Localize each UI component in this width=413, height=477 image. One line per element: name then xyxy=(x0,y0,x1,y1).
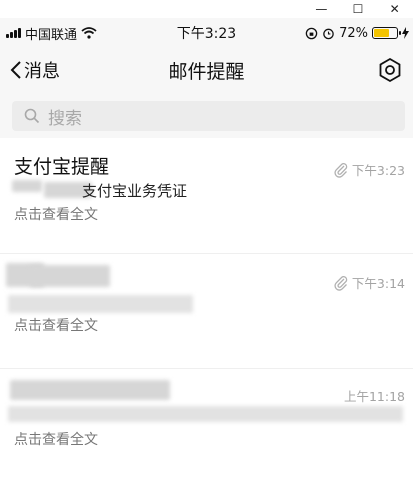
status-bar: 中国联通 下午3:23 72% xyxy=(0,18,413,48)
battery-percent: 72% xyxy=(339,25,368,41)
mail-time: 上午11:18 xyxy=(343,389,405,404)
mail-preview: 支付宝业务凭证 xyxy=(82,182,188,200)
window-controls: — ☐ ✕ xyxy=(303,0,413,18)
mail-item[interactable]: 上午11:18 点击查看全文 xyxy=(0,368,413,477)
mail-time: 下午3:23 xyxy=(351,163,405,178)
settings-icon[interactable] xyxy=(377,57,403,83)
attachment-icon xyxy=(334,162,348,178)
mail-item[interactable]: 下午3:14 点击查看全文 xyxy=(0,253,413,369)
charging-icon xyxy=(402,27,409,39)
mail-footer: 点击查看全文 xyxy=(14,207,98,223)
alarm-icon xyxy=(323,28,334,39)
nav-bar: 消息 邮件提醒 xyxy=(0,48,413,93)
attachment-icon xyxy=(334,275,348,291)
search-bar: 搜索 xyxy=(0,92,413,138)
mail-time-wrap: 上午11:18 xyxy=(344,386,405,405)
battery-icon xyxy=(372,27,401,39)
back-button[interactable]: 消息 xyxy=(10,57,60,83)
mail-footer: 点击查看全文 xyxy=(14,432,98,448)
rotation-lock-icon xyxy=(305,27,318,39)
mail-time-wrap: 下午3:23 xyxy=(333,160,405,179)
search-icon xyxy=(24,108,40,124)
chevron-left-icon xyxy=(10,61,21,79)
search-placeholder: 搜索 xyxy=(48,108,82,129)
mail-subject: 支付宝提醒 xyxy=(14,156,110,178)
mail-footer: 点击查看全文 xyxy=(14,318,98,334)
search-input[interactable]: 搜索 xyxy=(12,101,405,131)
back-label: 消息 xyxy=(24,61,60,82)
maximize-button[interactable]: ☐ xyxy=(349,2,367,16)
page-title: 邮件提醒 xyxy=(168,60,245,83)
close-button[interactable]: ✕ xyxy=(386,2,404,16)
mail-time: 下午3:14 xyxy=(351,276,405,291)
mail-time-wrap: 下午3:14 xyxy=(333,273,405,292)
minimize-button[interactable]: — xyxy=(312,2,330,16)
mail-item[interactable]: 支付宝提醒 下午3:23 支付宝业务凭证 点击查看全文 xyxy=(0,138,413,254)
